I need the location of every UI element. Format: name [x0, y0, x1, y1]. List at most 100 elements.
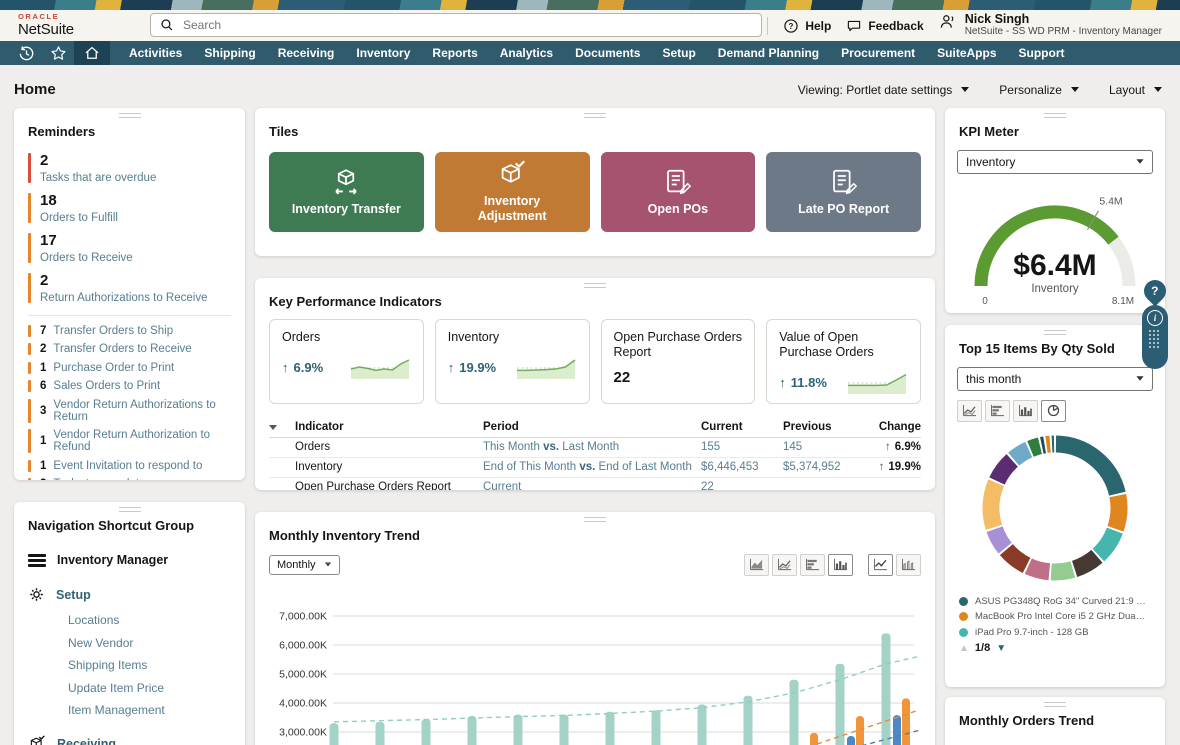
panel-drag-handle[interactable]: [584, 517, 606, 522]
shortcut-link-shipping-items[interactable]: Shipping Items: [68, 657, 231, 673]
panel-drag-handle[interactable]: [1044, 330, 1066, 335]
tile-open-pos[interactable]: Open POs: [601, 152, 756, 232]
reminder-item-event-invitation-to-respond-to[interactable]: 1 Event Invitation to respond to: [28, 460, 231, 472]
kpi-card-orders[interactable]: Orders↑6.9%: [269, 319, 424, 404]
tile-inventory-adjustment[interactable]: Inventory Adjustment: [435, 152, 590, 232]
kpi-meter-select[interactable]: Inventory: [957, 150, 1153, 174]
favorites-star-icon[interactable]: [42, 41, 74, 65]
nav-item-reports[interactable]: Reports: [421, 41, 488, 65]
reminder-label: Vendor Return Authorization to Refund: [53, 429, 231, 453]
kpi-card-value-of-open-purchase-orders[interactable]: Value of Open Purchase Orders↑11.8%: [766, 319, 921, 404]
nav-item-demand-planning[interactable]: Demand Planning: [707, 41, 830, 65]
kpi-card-open-purchase-orders-report[interactable]: Open Purchase Orders Report22: [601, 319, 756, 404]
shortcut-link-item-management[interactable]: Item Management: [68, 702, 231, 718]
reminder-item-sales-orders-to-print[interactable]: 6 Sales Orders to Print: [28, 380, 231, 392]
reminder-label: Orders to Receive: [40, 252, 231, 264]
shortcut-link-new-vendor[interactable]: New Vendor: [68, 635, 231, 651]
reminder-count: 17: [40, 232, 231, 250]
trend-period-select[interactable]: Monthly: [269, 555, 340, 575]
kpi-table-row-orders[interactable]: OrdersThis Month vs. Last Month 155145↑6…: [269, 438, 921, 458]
legend-item[interactable]: iPad Pro 9.7-inch - 128 GB: [959, 627, 1151, 638]
multi-line-chart-icon[interactable]: [772, 554, 797, 576]
nav-item-inventory[interactable]: Inventory: [345, 41, 421, 65]
open-pos-icon: [663, 167, 693, 197]
panel-drag-handle[interactable]: [584, 283, 606, 288]
global-search[interactable]: [150, 13, 762, 37]
hbar-chart-icon[interactable]: [985, 400, 1010, 422]
shortcut-group-inventory-manager[interactable]: Inventory Manager: [28, 552, 231, 570]
reminder-item-purchase-order-to-print[interactable]: 1 Purchase Order to Print: [28, 362, 231, 374]
history-icon[interactable]: [10, 41, 42, 65]
kpi-change: 19.9%: [459, 360, 496, 375]
nav-item-activities[interactable]: Activities: [118, 41, 193, 65]
nav-item-procurement[interactable]: Procurement: [830, 41, 926, 65]
reminder-label: Sales Orders to Print: [53, 380, 160, 392]
layout-dropdown[interactable]: Layout: [1109, 83, 1162, 97]
shortcut-section-header-receiving[interactable]: Receiving: [28, 735, 231, 745]
legend-item[interactable]: MacBook Pro Intel Core i5 2 GHz Dual-Cor…: [959, 611, 1151, 622]
nav-item-setup[interactable]: Setup: [651, 41, 706, 65]
tile-late-po-report[interactable]: Late PO Report: [766, 152, 921, 232]
panel-drag-handle[interactable]: [584, 113, 606, 118]
divider: [28, 315, 231, 316]
personalize-dropdown[interactable]: Personalize: [999, 83, 1079, 97]
nav-item-support[interactable]: Support: [1008, 41, 1076, 65]
table-filter-caret-icon[interactable]: [269, 425, 277, 430]
user-menu[interactable]: Nick Singh NetSuite - SS WD PRM - Invent…: [939, 13, 1162, 38]
reminder-label: Tasks that are overdue: [40, 172, 231, 184]
feedback-icon: [846, 18, 862, 33]
line-chart-icon[interactable]: [868, 554, 893, 576]
nav-item-analytics[interactable]: Analytics: [489, 41, 564, 65]
column-chart-icon[interactable]: [828, 554, 853, 576]
nav-item-documents[interactable]: Documents: [564, 41, 651, 65]
nav-item-suiteapps[interactable]: SuiteApps: [926, 41, 1007, 65]
panel-drag-handle[interactable]: [1044, 702, 1066, 707]
shortcut-link-update-item-price[interactable]: Update Item Price: [68, 680, 231, 696]
top-items-donut-chart: [957, 424, 1153, 590]
pager-up-icon[interactable]: ▲: [959, 643, 969, 654]
area-chart-icon[interactable]: [744, 554, 769, 576]
kpi-table-header: IndicatorPeriodCurrentPreviousChange: [269, 418, 921, 438]
tile-inventory-transfer[interactable]: Inventory Transfer: [269, 152, 424, 232]
panel-drag-handle[interactable]: [1044, 113, 1066, 118]
column-chart-icon[interactable]: [1013, 400, 1038, 422]
hbar-chart-icon[interactable]: [800, 554, 825, 576]
nav-item-shipping[interactable]: Shipping: [193, 41, 266, 65]
feedback-button[interactable]: Feedback: [846, 18, 923, 33]
search-input[interactable]: [181, 17, 752, 33]
reminder-item-tasks-that-are-overdue[interactable]: 2 Tasks that are overdue: [28, 151, 231, 191]
shortcut-section-header-setup[interactable]: Setup: [28, 586, 231, 603]
reminder-item-orders-to-receive[interactable]: 17 Orders to Receive: [28, 231, 231, 271]
reminder-label: Tasks to complete: [53, 478, 145, 480]
pie-chart-icon[interactable]: [1041, 400, 1066, 422]
help-pill[interactable]: i: [1142, 305, 1168, 369]
nav-item-receiving[interactable]: Receiving: [267, 41, 346, 65]
multi-line-chart-icon[interactable]: [957, 400, 982, 422]
reminder-item-vendor-return-authorization-to-refund[interactable]: 1 Vendor Return Authorization to Refund: [28, 429, 231, 453]
hamburger-icon: [28, 552, 46, 570]
reminder-item-transfer-orders-to-ship[interactable]: 7 Transfer Orders to Ship: [28, 325, 231, 337]
kpi-card-inventory[interactable]: Inventory↑19.9%: [435, 319, 590, 404]
reminder-item-orders-to-fulfill[interactable]: 18 Orders to Fulfill: [28, 191, 231, 231]
shortcut-link-locations[interactable]: Locations: [68, 612, 231, 628]
reminder-count: 2: [40, 272, 231, 290]
help-button[interactable]: ? Help: [783, 18, 831, 34]
severity-bar: [28, 429, 31, 453]
panel-drag-handle[interactable]: [119, 507, 141, 512]
panel-drag-handle[interactable]: [119, 113, 141, 118]
reminder-label: Transfer Orders to Ship: [53, 325, 173, 337]
top-items-period-select[interactable]: this month: [957, 367, 1153, 391]
column-3d-chart-icon[interactable]: [896, 554, 921, 576]
kpi-table-row-open-purchase-orders-report[interactable]: Open Purchase Orders ReportCurrent 22: [269, 478, 921, 491]
oracle-netsuite-logo[interactable]: ORACLE NetSuite: [18, 13, 74, 38]
legend-item[interactable]: ASUS PG348Q RoG 34" Curved 21:9 QHD IP..…: [959, 596, 1151, 607]
home-icon[interactable]: [74, 41, 110, 65]
kpi-table-row-inventory[interactable]: InventoryEnd of This Month vs. End of La…: [269, 458, 921, 478]
pager-down-icon[interactable]: ▼: [996, 643, 1006, 654]
reminder-item-return-authorizations-to-receive[interactable]: 2 Return Authorizations to Receive: [28, 271, 231, 311]
reminder-item-tasks-to-complete[interactable]: 2 Tasks to complete: [28, 478, 231, 480]
reminder-item-transfer-orders-to-receive[interactable]: 2 Transfer Orders to Receive: [28, 343, 231, 355]
help-pin-icon[interactable]: ?: [1139, 275, 1170, 306]
reminder-item-vendor-return-authorizations-to-return[interactable]: 3 Vendor Return Authorizations to Return: [28, 399, 231, 423]
viewing-dropdown[interactable]: Viewing: Portlet date settings: [798, 83, 970, 97]
